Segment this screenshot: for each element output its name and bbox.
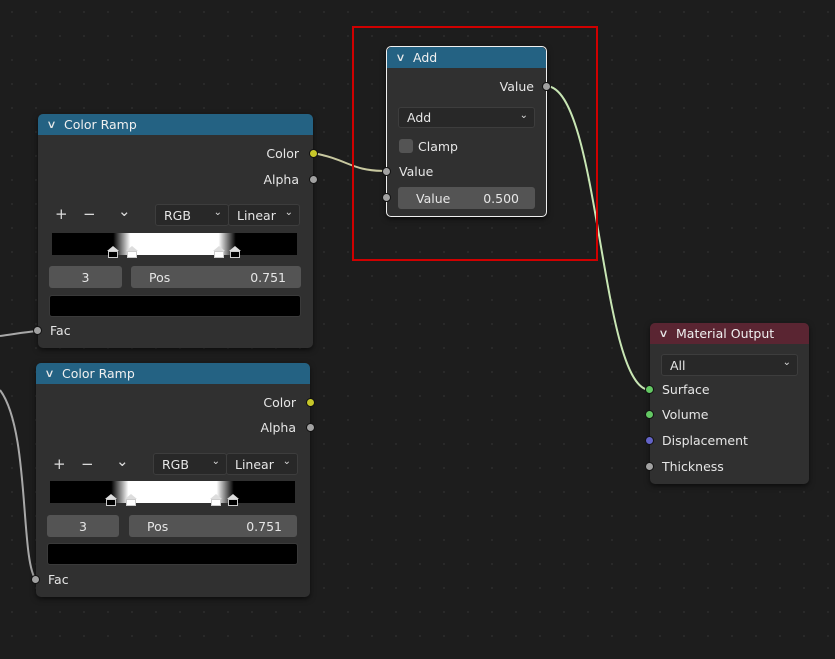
interpolation-value: Linear bbox=[235, 456, 274, 472]
add-input-socket-2[interactable] bbox=[382, 193, 391, 202]
color-ramp-1-fac-socket[interactable] bbox=[33, 326, 42, 335]
color-ramp-2-fac-label: Fac bbox=[48, 572, 69, 587]
color-mode-value: RGB bbox=[164, 207, 191, 223]
surface-label: Surface bbox=[662, 382, 710, 397]
ramp-stop-handle[interactable] bbox=[126, 246, 138, 258]
add-input-label-1: Value bbox=[399, 164, 434, 179]
color-ramp-1-color-socket[interactable] bbox=[309, 149, 318, 158]
stop-index-value: 3 bbox=[79, 518, 87, 534]
material-output-node[interactable]: ∨ Material Output All ⌄ Surface Volume D… bbox=[645, 323, 809, 484]
stop-pos-label: Pos bbox=[147, 518, 169, 534]
ramp-menu-chevron-icon[interactable]: ⌄ bbox=[118, 202, 131, 220]
ramp-stop-handle[interactable] bbox=[210, 494, 222, 506]
stop-index-field[interactable]: 3 bbox=[47, 515, 119, 537]
stop-color-swatch[interactable] bbox=[47, 543, 298, 565]
color-ramp-2-alpha-label: Alpha bbox=[260, 420, 296, 435]
ramp-stop-handle-active[interactable] bbox=[227, 494, 239, 506]
color-ramp-1-alpha-socket[interactable] bbox=[309, 175, 318, 184]
interpolation-dropdown[interactable]: Linear ⌄ bbox=[226, 453, 298, 475]
add-output-socket[interactable] bbox=[542, 82, 551, 91]
stop-pos-field[interactable]: Pos 0.751 bbox=[129, 515, 297, 537]
thickness-socket[interactable] bbox=[645, 462, 654, 471]
volume-socket[interactable] bbox=[645, 410, 654, 419]
output-target-dropdown[interactable]: All ⌄ bbox=[661, 354, 798, 376]
color-ramp-node-1[interactable]: ∨ Color Ramp Color Alpha + − ⌄ RGB ⌄ Lin… bbox=[33, 114, 318, 348]
displacement-socket[interactable] bbox=[645, 436, 654, 445]
collapse-chevron-icon[interactable]: ∨ bbox=[46, 118, 62, 131]
ramp-menu-chevron-icon[interactable]: ⌄ bbox=[116, 452, 129, 470]
color-ramp-1-fac-label: Fac bbox=[50, 323, 71, 338]
material-output-title: Material Output bbox=[676, 326, 775, 341]
interpolation-dropdown[interactable]: Linear ⌄ bbox=[228, 204, 300, 226]
displacement-label: Displacement bbox=[662, 433, 748, 448]
output-target-value: All bbox=[670, 357, 686, 373]
wire-fac2-input bbox=[0, 389, 37, 581]
chevron-down-icon: ⌄ bbox=[213, 207, 222, 218]
color-ramp-2-alpha-socket[interactable] bbox=[306, 423, 315, 432]
ramp-stop-handle[interactable] bbox=[213, 246, 225, 258]
clamp-checkbox[interactable] bbox=[399, 139, 413, 153]
add-node-header[interactable]: ∨ Add bbox=[387, 47, 546, 68]
add-input-socket-1[interactable] bbox=[382, 167, 391, 176]
interpolation-value: Linear bbox=[237, 207, 276, 223]
stop-pos-label: Pos bbox=[149, 269, 171, 285]
remove-stop-button[interactable]: − bbox=[83, 205, 96, 223]
add-value-field[interactable]: Value 0.500 bbox=[398, 187, 535, 209]
chevron-down-icon: ⌄ bbox=[282, 456, 291, 467]
add-output-label: Value bbox=[499, 79, 534, 94]
color-ramp-2-header[interactable]: ∨ Color Ramp bbox=[36, 363, 310, 384]
stop-color-swatch[interactable] bbox=[49, 295, 301, 317]
add-value-field-label: Value bbox=[416, 190, 451, 206]
remove-stop-button[interactable]: − bbox=[81, 455, 94, 473]
add-stop-button[interactable]: + bbox=[53, 455, 66, 473]
ramp-stop-handle[interactable] bbox=[107, 246, 119, 258]
add-value-field-value: 0.500 bbox=[483, 190, 519, 206]
color-ramp-gradient[interactable] bbox=[50, 481, 295, 503]
chevron-down-icon: ⌄ bbox=[211, 456, 220, 467]
collapse-chevron-icon[interactable]: ∨ bbox=[44, 367, 60, 380]
color-mode-dropdown[interactable]: RGB ⌄ bbox=[155, 204, 229, 226]
material-output-header[interactable]: ∨ Material Output bbox=[650, 323, 809, 344]
color-ramp-2-color-socket[interactable] bbox=[306, 398, 315, 407]
color-ramp-node-2[interactable]: ∨ Color Ramp Color Alpha + − ⌄ RGB ⌄ Lin… bbox=[31, 363, 315, 597]
color-ramp-1-color-label: Color bbox=[266, 146, 299, 161]
chevron-down-icon: ⌄ bbox=[519, 110, 528, 121]
color-ramp-2-title: Color Ramp bbox=[62, 366, 135, 381]
surface-socket[interactable] bbox=[645, 385, 654, 394]
add-node-title: Add bbox=[413, 50, 438, 65]
color-ramp-1-title: Color Ramp bbox=[64, 117, 137, 132]
stop-pos-value: 0.751 bbox=[246, 518, 282, 534]
ramp-stop-handle[interactable] bbox=[125, 494, 137, 506]
stop-pos-field[interactable]: Pos 0.751 bbox=[131, 266, 301, 288]
clamp-label: Clamp bbox=[418, 139, 458, 154]
stop-pos-value: 0.751 bbox=[250, 269, 286, 285]
add-stop-button[interactable]: + bbox=[55, 205, 68, 223]
ramp-stop-handle-active[interactable] bbox=[229, 246, 241, 258]
volume-label: Volume bbox=[662, 407, 709, 422]
add-operation-value: Add bbox=[407, 110, 432, 125]
color-ramp-2-color-label: Color bbox=[263, 395, 296, 410]
collapse-chevron-icon[interactable]: ∨ bbox=[658, 327, 674, 340]
thickness-label: Thickness bbox=[662, 459, 724, 474]
chevron-down-icon: ⌄ bbox=[782, 357, 791, 368]
add-operation-dropdown[interactable]: Add ⌄ bbox=[398, 107, 535, 128]
stop-index-value: 3 bbox=[81, 269, 90, 285]
color-ramp-gradient[interactable] bbox=[52, 233, 297, 255]
color-mode-value: RGB bbox=[162, 456, 189, 472]
color-ramp-1-alpha-label: Alpha bbox=[263, 172, 299, 187]
collapse-chevron-icon[interactable]: ∨ bbox=[395, 51, 411, 64]
stop-index-field[interactable]: 3 bbox=[49, 266, 122, 288]
color-mode-dropdown[interactable]: RGB ⌄ bbox=[153, 453, 227, 475]
color-ramp-1-header[interactable]: ∨ Color Ramp bbox=[38, 114, 313, 135]
ramp-stop-handle[interactable] bbox=[105, 494, 117, 506]
color-ramp-2-fac-socket[interactable] bbox=[31, 575, 40, 584]
chevron-down-icon: ⌄ bbox=[284, 207, 293, 218]
add-node[interactable]: ∨ Add Value Add ⌄ Clamp Value Value 0.50… bbox=[382, 46, 551, 217]
